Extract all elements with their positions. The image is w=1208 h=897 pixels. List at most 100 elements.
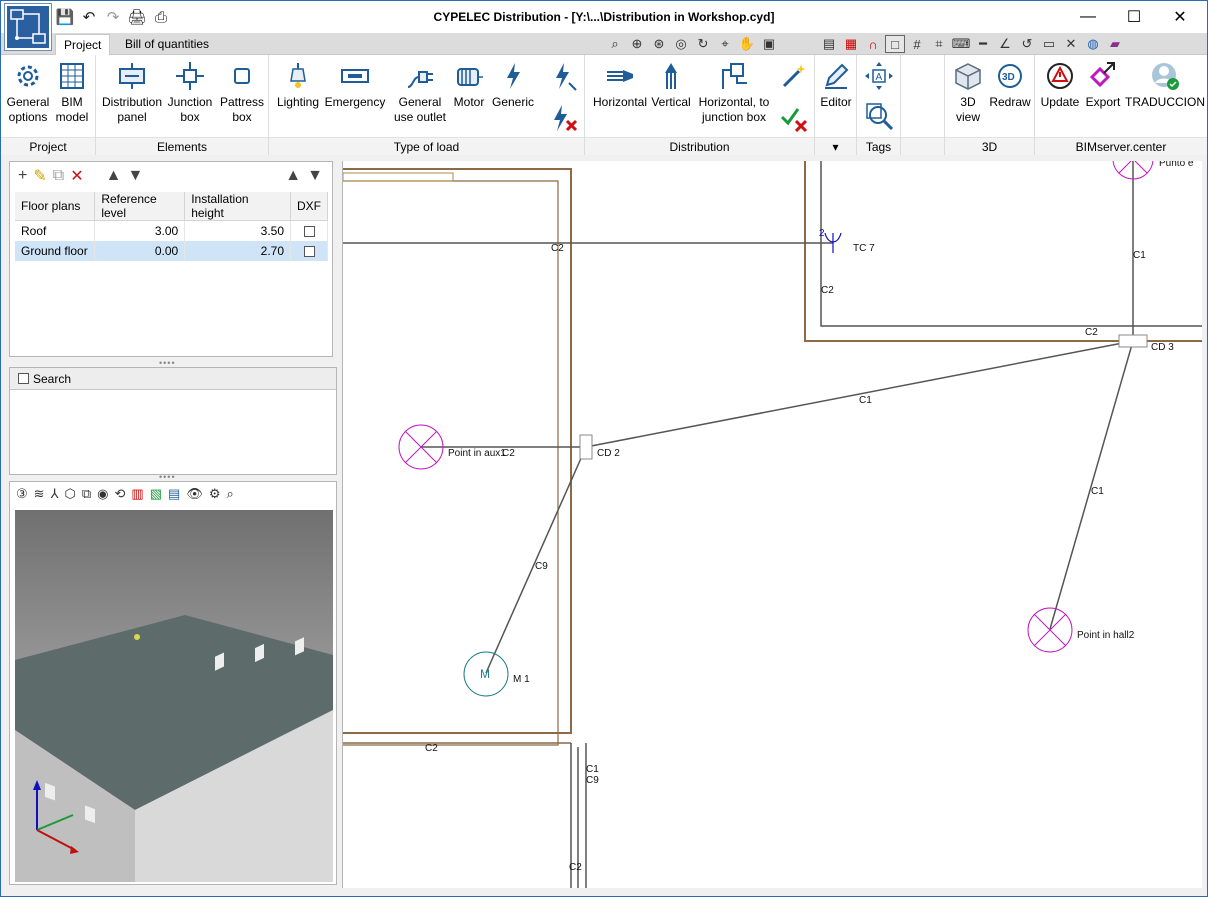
pattress-box-icon — [234, 68, 250, 84]
tab-bill-of-quantities[interactable]: Bill of quantities — [117, 34, 217, 55]
3d-settings-icon[interactable]: ⚙ — [209, 486, 221, 502]
measure-icon[interactable]: ━ — [973, 35, 993, 53]
eye-icon[interactable]: 👁 — [186, 486, 203, 502]
snap-icon[interactable]: ⌗ — [929, 35, 949, 53]
maximize-button[interactable]: ☐ — [1111, 1, 1157, 33]
drawing-canvas[interactable]: M C2 2 TC 7 C2 C1 C2 CD 3 C1 Point in au… — [342, 161, 1202, 888]
scroll-down-icon[interactable]: ▼ — [307, 167, 323, 185]
junction-box-button[interactable]: Junction box — [166, 61, 214, 125]
pattress-box-button[interactable]: Pattress box — [218, 61, 266, 125]
3d-model-view[interactable] — [15, 510, 333, 882]
3d-view-button[interactable]: 3D view — [947, 61, 989, 125]
grid-red-icon[interactable]: ▦ — [841, 35, 861, 53]
orbit-icon[interactable]: ⟲ — [115, 486, 126, 502]
tools-icon[interactable]: ✕ — [1061, 35, 1081, 53]
rotate-icon[interactable]: ↺ — [1017, 35, 1037, 53]
minimize-button[interactable]: — — [1065, 1, 1111, 33]
column-reference-level[interactable]: Reference level — [94, 192, 186, 221]
check-distribution-button[interactable] — [779, 103, 809, 137]
lighting-point-hall2[interactable] — [1027, 607, 1073, 653]
update-button[interactable]: Update — [1037, 61, 1083, 110]
light-point-label: Point in aux1 — [448, 448, 506, 459]
editor-button[interactable]: Editor — [817, 61, 855, 110]
eye-layers-icon[interactable]: ◉ — [97, 486, 108, 502]
magnet-icon[interactable]: ∩ — [863, 35, 883, 53]
column-floor-plans[interactable]: Floor plans — [15, 192, 96, 221]
motor-m1[interactable]: M — [463, 651, 509, 697]
group-bimserver-label: BIMserver.center — [1035, 137, 1207, 155]
zoom-previous-icon[interactable]: ⌖ — [715, 35, 735, 53]
axes-icon[interactable]: ⅄ — [51, 486, 59, 502]
green-plane-icon[interactable]: ▧ — [150, 486, 162, 502]
delete-load-button[interactable] — [549, 103, 579, 137]
magic-wand-button[interactable] — [779, 61, 809, 95]
cable-label: C1 — [1133, 250, 1146, 261]
vertical-button[interactable]: Vertical — [649, 61, 693, 110]
comment-icon[interactable]: ▭ — [1039, 35, 1059, 53]
zoom-icon[interactable]: ⌕ — [226, 486, 233, 502]
general-use-outlet-button[interactable]: General use outlet — [389, 61, 451, 125]
delete-icon[interactable]: ✕ — [70, 166, 83, 186]
move-down-icon[interactable]: ▼ — [127, 167, 143, 185]
section-icon[interactable]: ▥ — [131, 486, 143, 502]
tab-project[interactable]: Project — [55, 34, 111, 55]
bim-model-button[interactable]: BIM model — [53, 61, 91, 125]
search-checkbox[interactable] — [18, 373, 29, 384]
pan-hand-icon[interactable]: ✋ — [737, 35, 757, 53]
rectangle-select-icon[interactable]: □ — [885, 35, 905, 53]
copy-icon[interactable]: ⧉ — [53, 167, 64, 185]
tag-move-button[interactable]: A — [863, 61, 895, 95]
check-cross-icon — [780, 108, 808, 133]
globe-icon[interactable]: ◍ — [1083, 35, 1103, 53]
lighting-button[interactable]: Lighting — [273, 61, 323, 110]
dxf-checkbox[interactable] — [303, 245, 315, 257]
binoculars-icon[interactable]: ⌕ — [605, 35, 625, 53]
emergency-button[interactable]: Emergency — [323, 61, 387, 110]
horizontal-to-junction-box-button[interactable]: Horizontal, to junction box — [695, 61, 773, 125]
close-button[interactable]: ✕ — [1157, 1, 1203, 33]
box-icon[interactable]: ⬡ — [65, 486, 76, 502]
window-icon[interactable]: ▣ — [759, 35, 779, 53]
export-button[interactable]: Export — [1083, 61, 1123, 110]
book-icon[interactable]: ▰ — [1105, 35, 1125, 53]
junction-box-cd3[interactable] — [1118, 334, 1148, 348]
column-installation-height[interactable]: Installation height — [184, 192, 291, 221]
table-row[interactable]: Roof 3.00 3.50 — [15, 220, 328, 241]
export-label: Export — [1085, 95, 1121, 109]
table-row[interactable]: Ground floor 0.00 2.70 — [15, 240, 328, 261]
dxf-icon[interactable]: ▤ — [819, 35, 839, 53]
edit-load-button[interactable] — [549, 61, 579, 95]
motor-button[interactable]: Motor — [449, 61, 489, 110]
column-dxf[interactable]: DXF — [290, 192, 328, 221]
app-logo[interactable] — [4, 3, 52, 51]
horizontal-button[interactable]: Horizontal — [587, 61, 653, 110]
add-icon[interactable]: + — [18, 167, 27, 185]
keyboard-icon[interactable]: ⌨ — [951, 35, 971, 53]
dxf-checkbox[interactable] — [303, 226, 315, 238]
cube-icon — [955, 63, 981, 90]
scroll-up-icon[interactable]: ▲ — [285, 167, 301, 185]
redraw-button[interactable]: 3D Redraw — [989, 61, 1031, 110]
grid-icon[interactable]: # — [907, 35, 927, 53]
edit-pencil-icon[interactable]: ✎ — [33, 166, 46, 186]
distribution-panel-button[interactable]: Distribution panel — [100, 61, 164, 125]
zoom-window-icon[interactable]: ⊕ — [627, 35, 647, 53]
editor-dropdown-arrow[interactable]: ▾ — [815, 137, 856, 155]
layers-icon[interactable]: ≋ — [34, 486, 45, 502]
group-empty-label — [901, 137, 944, 155]
junction-box-cd2[interactable] — [579, 434, 593, 460]
3d-icon[interactable]: ③ — [16, 486, 28, 502]
plane-icon[interactable]: ▤ — [168, 486, 180, 502]
cable-label: C2 — [425, 743, 438, 754]
move-up-icon[interactable]: ▲ — [106, 167, 122, 185]
zoom-all-icon[interactable]: ⊛ — [649, 35, 669, 53]
copy-view-icon[interactable]: ⧉ — [82, 486, 91, 502]
tag-search-button[interactable] — [863, 101, 895, 135]
refresh-zoom-icon[interactable]: ↻ — [693, 35, 713, 53]
generic-button[interactable]: Generic — [489, 61, 537, 110]
general-use-outlet-label: General use outlet — [393, 95, 447, 124]
zoom-scale-icon[interactable]: ◎ — [671, 35, 691, 53]
angle-icon[interactable]: ∠ — [995, 35, 1015, 53]
general-options-button[interactable]: General options — [5, 61, 51, 125]
user-button[interactable]: TRADUCCION — [1125, 61, 1205, 110]
